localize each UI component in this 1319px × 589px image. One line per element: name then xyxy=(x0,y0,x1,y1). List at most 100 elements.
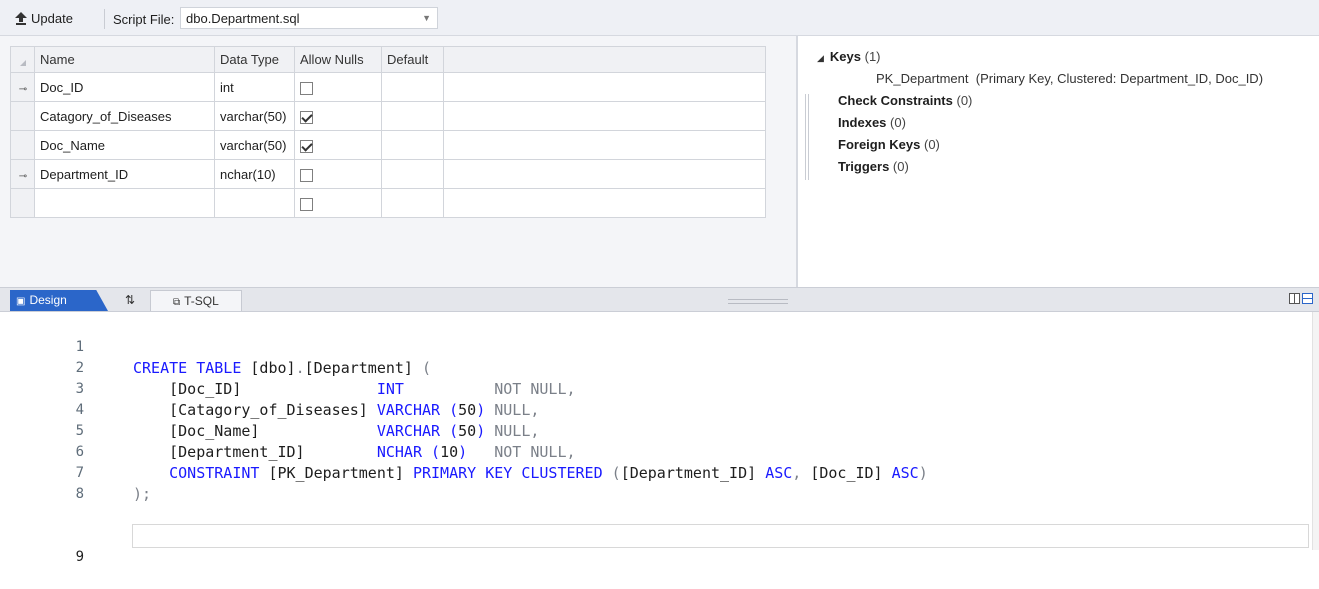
row-selector[interactable] xyxy=(10,101,35,131)
code-line-3: 3 [Catagory_of_Diseases] VARCHAR (50) NU… xyxy=(0,358,540,419)
sql-identifier: [Doc_Name] xyxy=(133,422,377,440)
allow-nulls-checkbox[interactable] xyxy=(300,197,313,211)
sql-null-clause: NOT NULL xyxy=(467,443,567,461)
horizontal-splitter-grip[interactable] xyxy=(728,299,788,304)
vertical-splitter[interactable] xyxy=(796,36,798,287)
data-type-cell[interactable]: varchar(50) xyxy=(214,101,295,131)
table-row[interactable]: Catagory_of_Diseases varchar(50) xyxy=(10,101,766,131)
sql-keyword: ) xyxy=(476,401,486,419)
line-number: 4 xyxy=(75,402,84,418)
design-icon: ▣ xyxy=(16,296,26,307)
table-properties-tree: ◢ Keys (1) PK_Department (Primary Key, Cl… xyxy=(812,46,1312,178)
triggers-node[interactable]: Triggers (0) xyxy=(812,156,1312,178)
sql-punct: . xyxy=(295,359,305,377)
check-constraints-label: Check Constraints xyxy=(838,93,953,108)
sql-keyword: CREATE TABLE xyxy=(133,359,242,377)
indexes-node[interactable]: Indexes (0) xyxy=(812,112,1312,134)
header-name[interactable]: Name xyxy=(34,46,215,73)
line-number: 3 xyxy=(75,381,84,397)
keys-count: (1) xyxy=(864,49,881,64)
columns-grid-pane: Name Data Type Allow Nulls Default ⊸ Doc… xyxy=(0,36,796,287)
data-type-cell[interactable]: nchar(10) xyxy=(214,159,295,189)
code-line-8: 8 xyxy=(0,463,84,502)
table-row[interactable] xyxy=(10,188,766,218)
sql-number: 10 xyxy=(440,443,459,461)
sql-null-clause: NULL xyxy=(485,422,531,440)
code-line-4: 4 [Doc_Name] VARCHAR (50) NULL, xyxy=(0,379,540,440)
line-number: 6 xyxy=(75,444,84,460)
header-default[interactable]: Default xyxy=(381,46,444,73)
code-line-6: 6 CONSTRAINT [PK_Department] PRIMARY KEY… xyxy=(0,421,928,482)
vertical-split-icon[interactable] xyxy=(1289,293,1300,304)
chevron-down-icon[interactable]: ▼ xyxy=(422,13,431,23)
data-type-cell[interactable]: varchar(50) xyxy=(214,130,295,160)
select-all-corner[interactable] xyxy=(10,46,35,73)
code-line-1: 1 CREATE TABLE [dbo].[Department] ( xyxy=(0,316,431,377)
indexes-label: Indexes xyxy=(838,115,887,130)
foreign-keys-node[interactable]: Foreign Keys (0) xyxy=(812,134,1312,156)
editor-scrollbar[interactable] xyxy=(1312,312,1319,550)
data-type-cell[interactable]: int xyxy=(214,72,295,102)
swap-panes-button[interactable]: ⇅ xyxy=(118,290,142,311)
code-line-5: 5 [Department_ID] NCHAR (10) NOT NULL, xyxy=(0,400,576,461)
foreign-keys-label: Foreign Keys xyxy=(838,137,921,152)
tab-design[interactable]: ▣ Design xyxy=(10,290,108,311)
column-name-cell[interactable]: Doc_ID xyxy=(34,72,215,102)
update-button[interactable]: Update xyxy=(15,11,73,26)
data-type-cell[interactable] xyxy=(214,188,295,218)
table-row[interactable]: ⊸ Doc_ID int xyxy=(10,72,766,102)
header-data-type[interactable]: Data Type xyxy=(214,46,295,73)
row-selector[interactable] xyxy=(10,188,35,218)
sql-identifier: [Department] xyxy=(304,359,422,377)
column-name-cell[interactable]: Department_ID xyxy=(34,159,215,189)
allow-nulls-checkbox[interactable] xyxy=(300,81,313,95)
current-line-highlight xyxy=(132,524,1309,548)
check-constraints-count: (0) xyxy=(956,93,973,108)
default-cell[interactable] xyxy=(381,72,444,102)
sql-null-clause: NOT NULL xyxy=(403,380,567,398)
view-tab-bar: ▣ Design ⇅ ⧉ T-SQL xyxy=(0,287,1319,312)
tab-tsql[interactable]: ⧉ T-SQL xyxy=(150,290,242,311)
columns-grid: Name Data Type Allow Nulls Default ⊸ Doc… xyxy=(10,46,766,218)
indexes-count: (0) xyxy=(890,115,906,130)
default-cell[interactable] xyxy=(381,159,444,189)
sql-identifier: [PK_Department] xyxy=(259,464,413,482)
allow-nulls-checkbox[interactable] xyxy=(300,139,313,153)
update-icon xyxy=(15,12,27,25)
filler-cell xyxy=(443,72,766,102)
expand-triangle-icon[interactable]: ◢ xyxy=(817,47,824,69)
column-name-cell[interactable]: Catagory_of_Diseases xyxy=(34,101,215,131)
check-constraints-node[interactable]: Check Constraints (0) xyxy=(812,90,1312,112)
default-cell[interactable] xyxy=(381,101,444,131)
splitter-grip[interactable] xyxy=(805,94,809,180)
horizontal-split-icon[interactable] xyxy=(1302,293,1313,304)
row-selector[interactable]: ⊸ xyxy=(10,72,35,102)
pane-layout-buttons xyxy=(1289,293,1313,304)
table-row[interactable]: Doc_Name varchar(50) xyxy=(10,130,766,160)
grid-header-row: Name Data Type Allow Nulls Default xyxy=(10,46,766,73)
code-line-9: 9 xyxy=(0,526,84,565)
pk-detail: (Primary Key, Clustered: Department_ID, … xyxy=(975,71,1264,86)
sql-null-clause: NULL xyxy=(485,401,531,419)
tsql-code-editor[interactable]: 1 CREATE TABLE [dbo].[Department] ( 2 [D… xyxy=(0,312,1319,565)
script-file-combobox[interactable]: dbo.Department.sql ▼ xyxy=(180,7,438,29)
column-name-cell[interactable]: Doc_Name xyxy=(34,130,215,160)
keys-node[interactable]: ◢ Keys (1) xyxy=(812,46,1312,68)
allow-nulls-checkbox[interactable] xyxy=(300,110,313,124)
pk-name: PK_Department xyxy=(876,71,969,86)
default-cell[interactable] xyxy=(381,130,444,160)
row-selector[interactable]: ⊸ xyxy=(10,159,35,189)
column-name-cell[interactable] xyxy=(34,188,215,218)
allow-nulls-cell xyxy=(294,130,382,160)
sql-punct: , xyxy=(566,443,576,461)
sql-punct: ( xyxy=(422,359,432,377)
pk-department-node[interactable]: PK_Department (Primary Key, Clustered: D… xyxy=(812,68,1312,90)
allow-nulls-checkbox[interactable] xyxy=(300,168,313,182)
primary-key-icon: ⊸ xyxy=(18,83,27,95)
sql-identifier: [Department_ID] xyxy=(620,464,766,482)
sql-keyword: NCHAR ( xyxy=(376,443,441,461)
row-selector[interactable] xyxy=(10,130,35,160)
header-allow-nulls[interactable]: Allow Nulls xyxy=(294,46,382,73)
table-row[interactable]: ⊸ Department_ID nchar(10) xyxy=(10,159,766,189)
default-cell[interactable] xyxy=(381,188,444,218)
